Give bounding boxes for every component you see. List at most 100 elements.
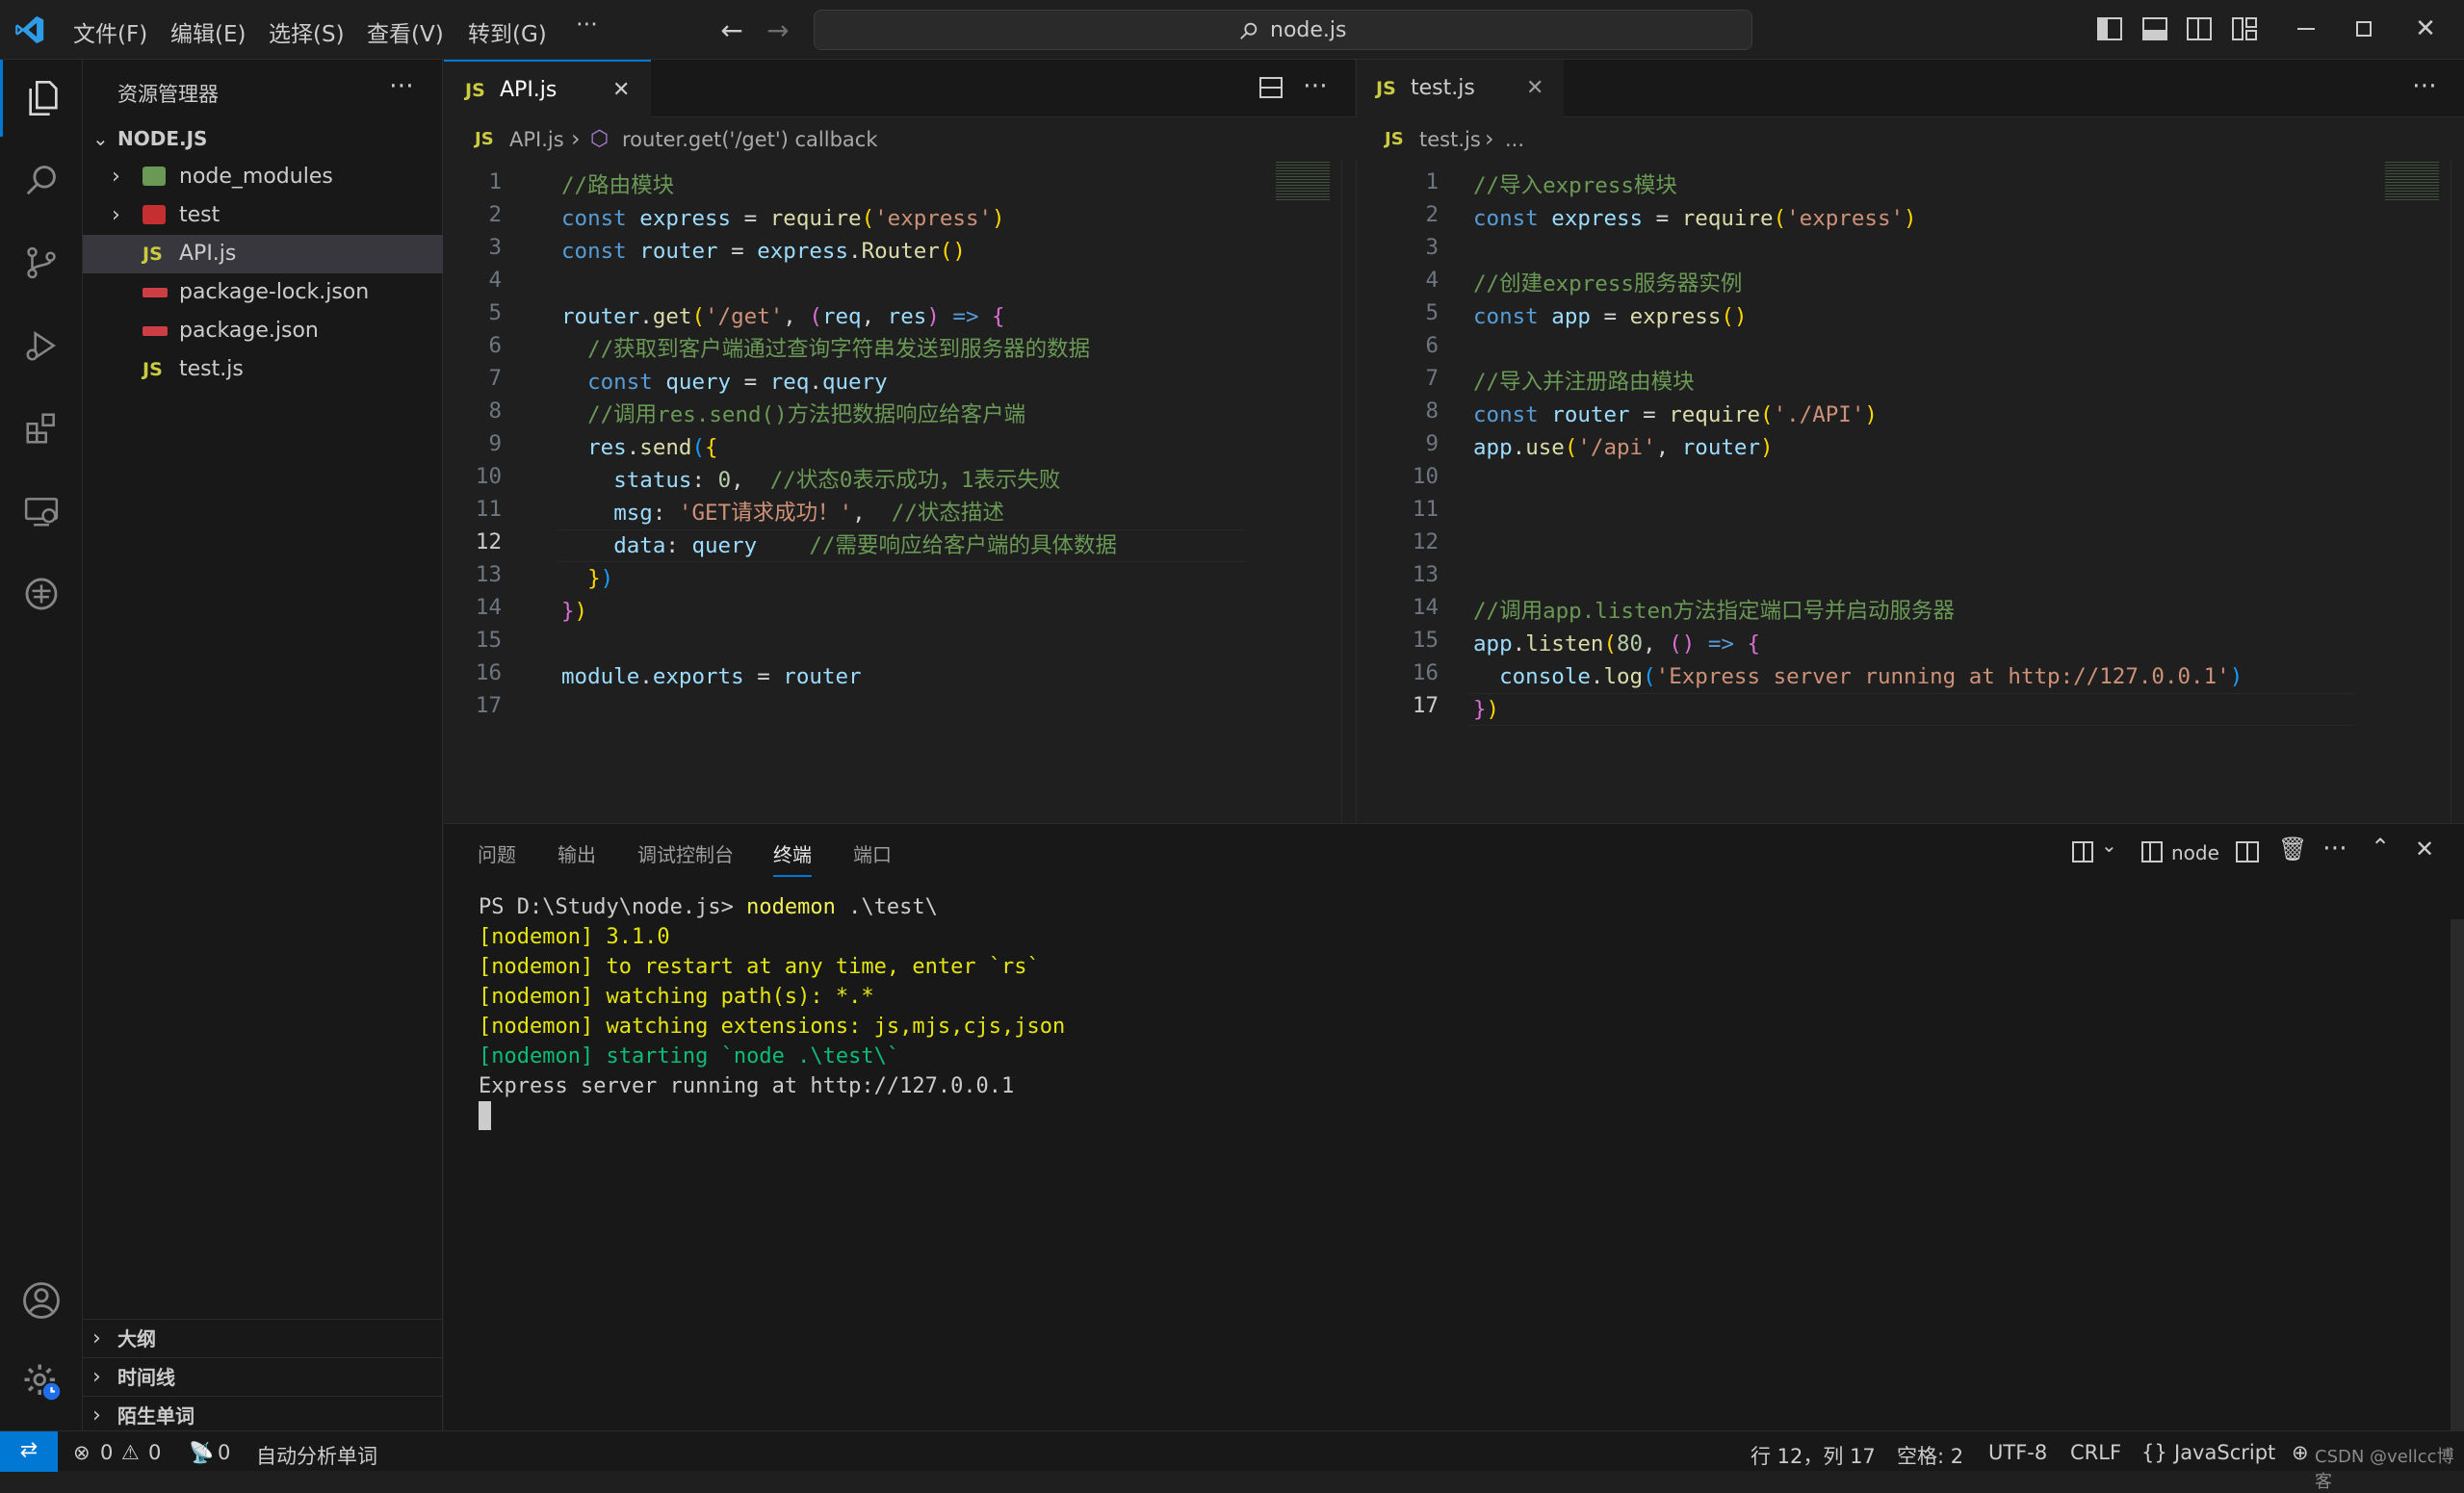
ports-count[interactable]: 0: [218, 1441, 230, 1464]
terminal-prompt: PS D:\Study\node.js>: [479, 895, 747, 919]
breadcrumb-file[interactable]: test.js: [1419, 128, 1481, 151]
accounts-icon[interactable]: [0, 1263, 83, 1340]
tree-item-api-js[interactable]: JS API.js: [83, 235, 443, 273]
line-number: 9: [488, 431, 502, 456]
tree-item-package-lock[interactable]: package-lock.json: [83, 273, 443, 312]
toggle-secondary-sidebar-icon[interactable]: [2187, 17, 2212, 40]
panel-tab-problems[interactable]: 问题: [478, 839, 516, 867]
panel-tab-output[interactable]: 输出: [558, 839, 596, 867]
close-panel-icon[interactable]: ✕: [2415, 836, 2434, 862]
minimap[interactable]: [2385, 160, 2439, 202]
copilot-icon[interactable]: ⊕: [2292, 1441, 2309, 1464]
tab-test-js[interactable]: JS test.js ✕: [1357, 60, 1564, 117]
code-line: //调用res.send()方法把数据响应给客户端: [587, 402, 1026, 427]
folder-root[interactable]: ⌄ NODE.JS: [83, 119, 443, 158]
editor-more-icon[interactable]: ⋯: [2412, 71, 2437, 100]
split-terminal-icon[interactable]: [2236, 841, 2259, 862]
tab-api-js[interactable]: JS API.js ✕: [444, 60, 651, 117]
remote-indicator-icon[interactable]: ⇄: [0, 1431, 58, 1472]
menu-selection[interactable]: 选择(S): [269, 15, 345, 48]
split-editor-icon[interactable]: [1259, 77, 1283, 98]
right-code-editor[interactable]: 1 //导入express模块 2 const express = require('…: [1356, 160, 2464, 824]
source-control-icon[interactable]: [0, 227, 83, 304]
forward-arrow-icon[interactable]: →: [761, 13, 795, 46]
line-number: 14: [1412, 595, 1439, 620]
back-arrow-icon[interactable]: ←: [714, 13, 749, 46]
vertical-scrollbar[interactable]: [2451, 160, 2464, 824]
tree-item-test-js[interactable]: JS test.js: [83, 350, 443, 389]
encoding[interactable]: UTF-8: [1988, 1441, 2047, 1464]
customize-layout-icon[interactable]: [2232, 17, 2257, 40]
new-terminal-dropdown-icon[interactable]: [2072, 841, 2093, 862]
code-line: const query = req.query: [587, 370, 888, 395]
warning-count[interactable]: 0: [148, 1441, 161, 1464]
code-line: status: 0, //状态0表示成功，1表示失败: [613, 468, 1061, 493]
breadcrumb-symbol[interactable]: ...: [1505, 128, 1524, 151]
menu-view[interactable]: 查看(V): [367, 15, 444, 48]
code-line: //调用app.listen方法指定端口号并启动服务器: [1473, 599, 1956, 624]
terminal-name[interactable]: node: [2171, 841, 2219, 864]
terminal-icon: [2141, 841, 2163, 862]
minimap[interactable]: [1276, 160, 1330, 202]
extensions-icon[interactable]: [0, 393, 83, 470]
section-unknown-words[interactable]: › 陌生单词: [83, 1396, 443, 1434]
chevron-right-icon: ›: [92, 1326, 101, 1351]
run-debug-icon[interactable]: [0, 310, 83, 387]
explorer-icon[interactable]: [0, 60, 83, 137]
panel-tab-debug-console[interactable]: 调试控制台: [637, 839, 734, 867]
line-number: 16: [1412, 660, 1439, 685]
terminal-scrollbar[interactable]: [2451, 919, 2464, 1430]
panel-tab-ports[interactable]: 端口: [853, 839, 892, 867]
toggle-primary-sidebar-icon[interactable]: [2097, 17, 2122, 40]
menu-edit[interactable]: 编辑(E): [170, 15, 246, 48]
left-code-editor[interactable]: 1 //路由模块 2 const express = require('express…: [444, 160, 1355, 824]
search-view-icon[interactable]: [0, 144, 83, 221]
root-folder-label: NODE.JS: [117, 127, 208, 150]
spell-check-status[interactable]: 自动分析单词: [256, 1441, 377, 1470]
terminal-line: [nodemon] to restart at any time, enter …: [479, 955, 1040, 979]
minimize-window-icon[interactable]: [2282, 10, 2330, 48]
error-icon[interactable]: ⊗: [73, 1441, 91, 1464]
cursor-position[interactable]: 行 12，列 17: [1751, 1441, 1876, 1470]
code-line: const express = require('express'): [561, 206, 1005, 231]
maximize-panel-icon[interactable]: ⌃: [2371, 834, 2390, 861]
section-label: 陌生单词: [117, 1404, 195, 1428]
line-number: 12: [1412, 529, 1439, 554]
command-center-search[interactable]: node.js: [814, 10, 1752, 50]
code-line: app.listen(80, () => {: [1473, 631, 1761, 656]
panel-more-icon[interactable]: ⋯: [2322, 834, 2347, 862]
ports-icon[interactable]: 📡: [189, 1441, 214, 1465]
tree-item-node-modules[interactable]: › node_modules: [83, 158, 443, 196]
breadcrumb-symbol[interactable]: router.get('/get') callback: [622, 128, 878, 151]
remote-explorer-icon[interactable]: [0, 476, 83, 553]
sidebar-more-icon[interactable]: ⋯: [389, 71, 414, 100]
close-tab-icon[interactable]: ✕: [612, 62, 630, 119]
toggle-panel-icon[interactable]: [2142, 17, 2167, 40]
close-tab-icon[interactable]: ✕: [1526, 60, 1543, 117]
menu-go[interactable]: 转到(G): [468, 15, 547, 48]
line-number: 3: [488, 235, 502, 260]
end-of-line[interactable]: CRLF: [2070, 1441, 2121, 1464]
language-mode[interactable]: JavaScript: [2174, 1441, 2275, 1464]
restore-window-icon[interactable]: [2340, 10, 2388, 48]
code-line: const express = require('express'): [1473, 206, 1917, 231]
extension-panel-icon[interactable]: [0, 558, 83, 635]
panel-tab-terminal[interactable]: 终端: [773, 839, 812, 877]
manage-gear-icon[interactable]: [0, 1344, 83, 1421]
warning-icon[interactable]: ⚠: [121, 1441, 140, 1464]
indentation[interactable]: 空格: 2: [1897, 1441, 1963, 1470]
line-number: 6: [488, 333, 502, 358]
close-window-icon[interactable]: ✕: [2401, 8, 2450, 50]
tree-item-package-json[interactable]: package.json: [83, 312, 443, 350]
section-outline[interactable]: › 大纲: [83, 1319, 443, 1357]
editor-more-icon[interactable]: ⋯: [1303, 71, 1328, 100]
menu-more-icon[interactable]: ⋯: [576, 12, 598, 37]
tree-item-test[interactable]: › test: [83, 196, 443, 235]
vertical-scrollbar[interactable]: [1341, 160, 1355, 824]
trash-icon[interactable]: 🗑: [2278, 836, 2307, 862]
chevron-down-icon[interactable]: ⌄: [2101, 834, 2117, 857]
menu-file[interactable]: 文件(F): [73, 15, 147, 48]
error-count[interactable]: 0: [100, 1441, 113, 1464]
breadcrumb-file[interactable]: API.js: [509, 128, 564, 151]
section-timeline[interactable]: › 时间线: [83, 1357, 443, 1396]
